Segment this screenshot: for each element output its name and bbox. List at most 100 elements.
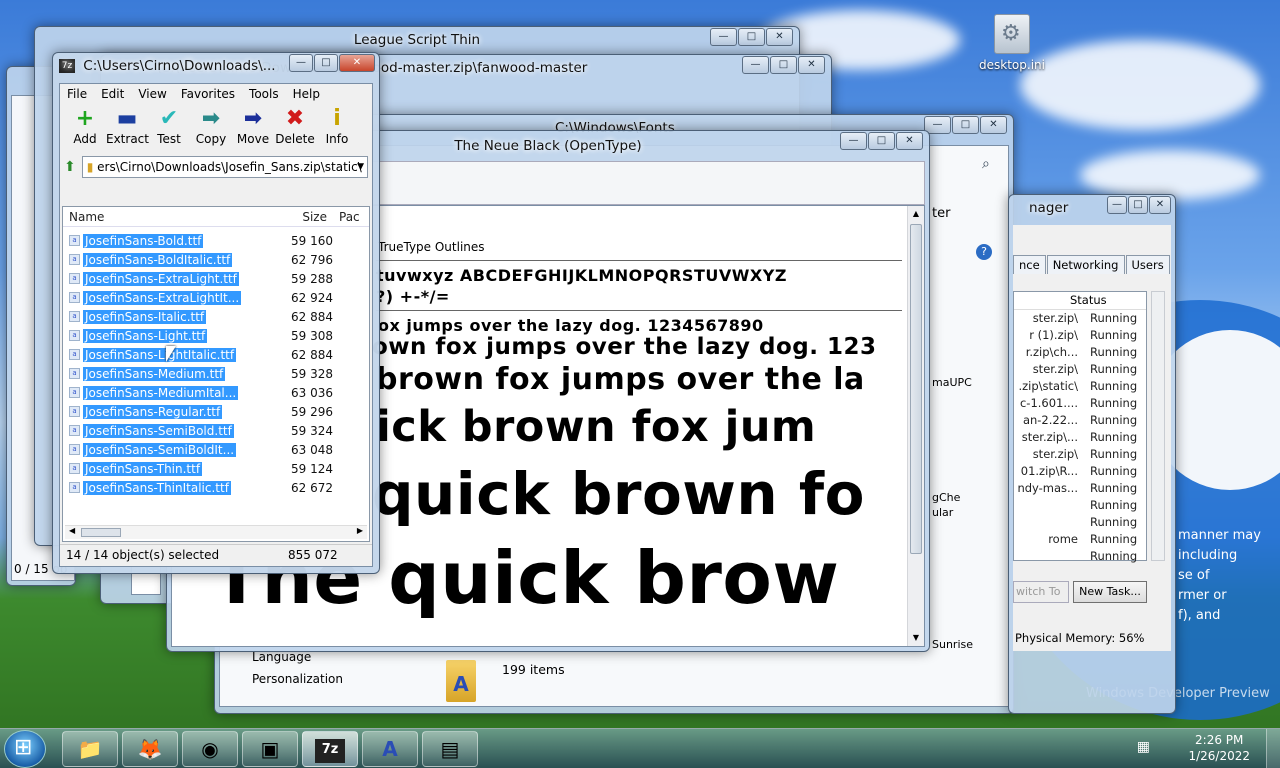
task-manager-window[interactable]: nager — □ ✕ nce Networking Users Status … (1008, 194, 1176, 714)
file-list: Name Size Pac a JosefinSans-Bold.ttf 59 16… (62, 206, 370, 542)
maximize-button[interactable]: □ (314, 54, 338, 72)
scroll-thumb[interactable] (910, 224, 922, 554)
menu-file[interactable]: File (60, 84, 94, 104)
close-button[interactable]: ✕ (980, 116, 1007, 134)
file-row[interactable]: a JosefinSans-MediumItal... 63 036 (63, 383, 369, 402)
file-row[interactable]: a JosefinSans-ThinItalic.ttf 62 672 (63, 478, 369, 497)
clock[interactable]: 2:26 PM 1/26/2022 (1188, 732, 1250, 764)
process-row[interactable]: c-1.601.... Running (1014, 395, 1146, 412)
minimize-button[interactable]: — (710, 28, 737, 46)
file-row[interactable]: a JosefinSans-Italic.ttf 62 884 (63, 307, 369, 326)
desktop-ini-icon[interactable]: desktop.ini (972, 14, 1052, 72)
toolbar-info-button[interactable]: i Info (316, 104, 358, 154)
tab-performance[interactable]: nce (1013, 255, 1046, 274)
fonts-nav-personalization[interactable]: Personalization (252, 672, 343, 686)
file-row[interactable]: a JosefinSans-ExtraLight.ttf 59 288 (63, 269, 369, 288)
taskbar-font-button[interactable]: A (362, 731, 418, 767)
scroll-thumb[interactable] (81, 528, 121, 537)
maximize-button[interactable]: □ (770, 56, 797, 74)
toolbar-delete-button[interactable]: ✖ Delete (274, 104, 316, 154)
column-packed[interactable]: Pac (333, 207, 366, 226)
start-button[interactable] (4, 730, 46, 768)
process-row[interactable]: Running (1014, 497, 1146, 514)
up-folder-icon[interactable]: ⬆ (64, 159, 76, 175)
menu-edit[interactable]: Edit (94, 84, 131, 104)
close-button[interactable]: ✕ (1149, 196, 1171, 214)
search-icon[interactable]: ⌕ (982, 156, 990, 172)
toolbar-add-button[interactable]: + Add (64, 104, 106, 154)
minimize-button[interactable]: — (289, 54, 313, 72)
process-row[interactable]: Running (1014, 514, 1146, 531)
new-task-button[interactable]: New Task... (1073, 581, 1147, 603)
toolbar-move-button[interactable]: ➡ Move (232, 104, 274, 154)
switch-to-button[interactable]: witch To (1013, 581, 1069, 603)
process-row[interactable]: ster.zip\... Running (1014, 429, 1146, 446)
process-row[interactable]: an-2.22... Running (1014, 412, 1146, 429)
close-button[interactable]: ✕ (798, 56, 825, 74)
tab-networking[interactable]: Networking (1046, 255, 1125, 274)
menu-help[interactable]: Help (286, 84, 327, 104)
menu-favorites[interactable]: Favorites (174, 84, 242, 104)
status-column-header[interactable]: Status (1014, 292, 1146, 310)
process-row[interactable]: r.zip\ch... Running (1014, 344, 1146, 361)
scroll-down-icon[interactable]: ▼ (908, 630, 924, 646)
toolbar-test-button[interactable]: ✔ Test (148, 104, 190, 154)
maximize-button[interactable]: □ (868, 132, 895, 150)
font-preview-scrollbar[interactable]: ▲ ▼ (907, 206, 924, 646)
process-row[interactable]: ndy-mas... Running (1014, 480, 1146, 497)
minimize-button[interactable]: — (742, 56, 769, 74)
file-row[interactable]: a JosefinSans-Regular.ttf 59 296 (63, 402, 369, 421)
file-icon: a (69, 330, 80, 341)
tab-users[interactable]: Users (1125, 255, 1170, 274)
file-row[interactable]: a JosefinSans-SemiBoldIt... 63 048 (63, 440, 369, 459)
scroll-up-icon[interactable]: ▲ (908, 206, 924, 222)
fonts-nav-language[interactable]: Language (252, 650, 311, 664)
process-row[interactable]: ster.zip\ Running (1014, 446, 1146, 463)
column-name[interactable]: Name (63, 207, 283, 226)
process-row[interactable]: 01.zip\R... Running (1014, 463, 1146, 480)
file-row[interactable]: a JosefinSans-SemiBold.ttf 59 324 (63, 421, 369, 440)
close-button[interactable]: ✕ (766, 28, 793, 46)
maximize-button[interactable]: □ (952, 116, 979, 134)
process-row[interactable]: Running (1014, 548, 1146, 565)
toolbar-copy-button[interactable]: ➡ Copy (190, 104, 232, 154)
taskbar-chrome-button[interactable]: ◉ (182, 731, 238, 767)
taskbar-virtualbox-button[interactable]: ▣ (242, 731, 298, 767)
process-row[interactable]: rome Running (1014, 531, 1146, 548)
path-combobox[interactable]: ▮ ers\Cirno\Downloads\Josefin_Sans.zip\s… (81, 156, 368, 178)
chevron-down-icon[interactable]: ▼ (357, 157, 364, 177)
file-row[interactable]: a JosefinSans-Bold.ttf 59 160 (63, 231, 369, 250)
horizontal-scrollbar[interactable]: ◀ ▶ (65, 525, 367, 539)
taskbar-explorer-button[interactable]: 📁 (62, 731, 118, 767)
minimize-button[interactable]: — (1107, 196, 1127, 214)
close-button[interactable]: ✕ (339, 54, 375, 72)
column-size[interactable]: Size (283, 207, 333, 226)
taskbar-7zip-button[interactable]: 7z (302, 731, 358, 767)
taskbar-taskmanager-button[interactable]: ▤ (422, 731, 478, 767)
menu-tools[interactable]: Tools (242, 84, 286, 104)
file-row[interactable]: a JosefinSans-Medium.ttf 59 328 (63, 364, 369, 383)
process-row[interactable]: r (1).zip\ Running (1014, 327, 1146, 344)
sevenzip-window[interactable]: 7z C:\Users\Cirno\Downloads\... — □ ✕ Fi… (52, 52, 380, 574)
file-row[interactable]: a JosefinSans-ExtraLightIt... 62 924 (63, 288, 369, 307)
taskbar-firefox-button[interactable]: 🦊 (122, 731, 178, 767)
process-row[interactable]: ster.zip\ Running (1014, 361, 1146, 378)
file-row[interactable]: a JosefinSans-Thin.ttf 59 124 (63, 459, 369, 478)
tm-scrollbar[interactable] (1151, 291, 1165, 561)
scroll-left-icon[interactable]: ◀ (69, 526, 75, 535)
file-row[interactable]: a JosefinSans-Light.ttf 59 308 (63, 326, 369, 345)
file-row[interactable]: a JosefinSans-BoldItalic.ttf 62 796 (63, 250, 369, 269)
file-row[interactable]: a JosefinSans-LightItalic.ttf 62 884 (63, 345, 369, 364)
maximize-button[interactable]: □ (1128, 196, 1148, 214)
help-icon[interactable]: ? (976, 244, 992, 260)
process-row[interactable]: ster.zip\ Running (1014, 310, 1146, 327)
scroll-right-icon[interactable]: ▶ (357, 526, 363, 535)
minimize-button[interactable]: — (840, 132, 867, 150)
show-desktop-button[interactable] (1266, 729, 1280, 768)
maximize-button[interactable]: □ (738, 28, 765, 46)
menu-view[interactable]: View (131, 84, 173, 104)
network-icon[interactable]: ▦ (1137, 739, 1150, 755)
process-row[interactable]: .zip\static\ Running (1014, 378, 1146, 395)
toolbar-extract-button[interactable]: ▬ Extract (106, 104, 149, 154)
close-button[interactable]: ✕ (896, 132, 923, 150)
